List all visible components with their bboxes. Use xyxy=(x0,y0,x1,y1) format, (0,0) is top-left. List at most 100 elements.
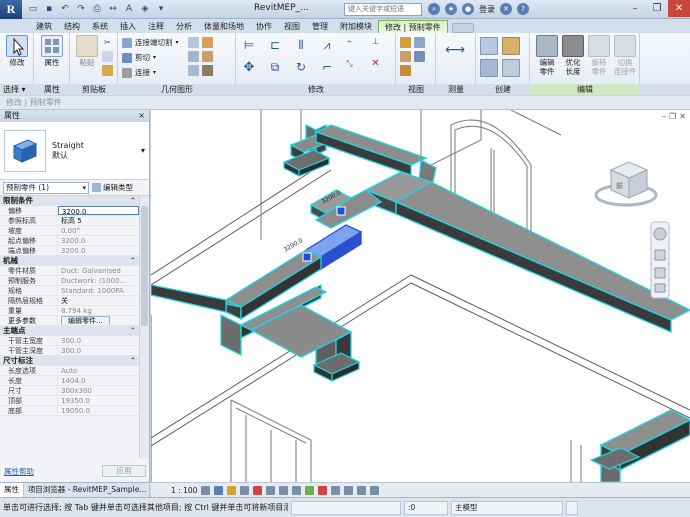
minimize-button[interactable]: – xyxy=(624,0,646,17)
align-icon[interactable]: ⊨ xyxy=(240,36,258,54)
apply-button[interactable]: 应用 xyxy=(102,465,146,477)
properties-close-button[interactable]: × xyxy=(138,110,149,122)
reveal-hidden-icon[interactable] xyxy=(318,485,328,495)
brush-icon[interactable] xyxy=(400,65,411,76)
mirror-draw-icon[interactable]: ⩘ xyxy=(318,36,336,54)
split-face-icon[interactable] xyxy=(202,37,213,48)
scale-icon[interactable]: ⤡ xyxy=(344,58,355,69)
lock-view-icon[interactable] xyxy=(292,485,302,495)
wall-joins-icon[interactable] xyxy=(188,37,199,48)
tab-properties[interactable]: 属性 xyxy=(0,483,24,497)
group-mechanical[interactable]: 机械 ⌃ xyxy=(0,256,139,266)
tab-manage[interactable]: 管理 xyxy=(306,20,334,33)
text-icon[interactable]: A xyxy=(122,2,136,16)
modify-button[interactable]: 修改 xyxy=(2,35,32,67)
measure-distance-icon[interactable]: ⟷ xyxy=(442,37,468,63)
tab-analyze[interactable]: 分析 xyxy=(170,20,198,33)
ribbon-minimize-toggle[interactable] xyxy=(451,23,474,33)
tab-architecture[interactable]: 建筑 xyxy=(30,20,58,33)
design-option-select[interactable]: 主模型 xyxy=(451,500,563,515)
viewcube[interactable]: 前 xyxy=(594,161,658,207)
create-assembly-icon[interactable] xyxy=(502,37,520,55)
restore-button[interactable]: ❐ xyxy=(646,0,668,17)
login-link[interactable]: 登录 xyxy=(479,4,495,15)
mirror-axis-icon[interactable]: ⫴ xyxy=(292,36,310,54)
tab-structure[interactable]: 结构 xyxy=(58,20,86,33)
delete-icon[interactable]: ✕ xyxy=(370,58,381,69)
paint-icon[interactable] xyxy=(188,51,199,62)
save-icon[interactable]: ▪ xyxy=(42,2,56,16)
view-bar-more-icon[interactable] xyxy=(370,485,380,495)
split-icon[interactable]: ⌁ xyxy=(344,36,355,47)
exchange-icon[interactable]: ✕ xyxy=(500,3,512,15)
close-button[interactable]: ✕ xyxy=(668,0,690,17)
measure-icon[interactable]: ↔ xyxy=(106,2,120,16)
search-icon[interactable]: ⌕ xyxy=(428,3,440,15)
show-crop-icon[interactable] xyxy=(279,485,289,495)
qat-dropdown-icon[interactable]: ▾ xyxy=(154,2,168,16)
analytical-model-icon[interactable] xyxy=(331,485,341,495)
group-primary-end[interactable]: 主端点 ⌃ xyxy=(0,326,139,336)
tab-view[interactable]: 视图 xyxy=(278,20,306,33)
grip-end-1[interactable] xyxy=(336,206,346,216)
tab-systems[interactable]: 系统 xyxy=(86,20,114,33)
join-button[interactable]: 连接 ▾ xyxy=(122,67,156,78)
offset-value-input[interactable]: 3200.0 xyxy=(58,206,139,215)
lines-icon[interactable] xyxy=(414,51,425,62)
hide-icon[interactable] xyxy=(414,37,425,48)
demolish-icon[interactable] xyxy=(188,65,199,76)
edit-part-params-button[interactable]: 编辑零件... xyxy=(61,316,110,325)
view-3d-icon[interactable]: ◈ xyxy=(138,2,152,16)
create-group-icon[interactable] xyxy=(480,59,498,77)
filter-icon[interactable] xyxy=(566,500,578,515)
detail-level-icon[interactable] xyxy=(201,485,211,495)
highlight-displacement-icon[interactable] xyxy=(344,485,354,495)
pen-icon[interactable] xyxy=(400,37,411,48)
match-type-icon[interactable] xyxy=(102,65,113,76)
trim-icon[interactable]: ⌐ xyxy=(318,58,336,76)
view-restore-icon[interactable]: ❐ xyxy=(669,112,676,121)
cut-icon[interactable]: ✂ xyxy=(102,37,113,48)
properties-button[interactable]: 属性 xyxy=(37,35,67,67)
cut-button[interactable]: 剪切 ▾ xyxy=(122,52,156,63)
revit-logo-icon[interactable]: R xyxy=(0,0,22,19)
rotate-icon[interactable]: ↻ xyxy=(292,58,310,76)
paste-button[interactable]: 粘贴 xyxy=(72,35,102,67)
remove-paint-icon[interactable] xyxy=(202,51,213,62)
dimension-label-2[interactable]: 3200.0 xyxy=(283,237,305,254)
override-icon[interactable] xyxy=(400,51,411,62)
offset-icon[interactable]: ⊏ xyxy=(266,36,284,54)
type-dropdown-icon[interactable]: ▾ xyxy=(141,146,145,155)
move-icon[interactable]: ✥ xyxy=(240,58,258,76)
instance-filter-select[interactable]: 预制零件 (1) xyxy=(3,181,89,194)
view-minimize-icon[interactable]: – xyxy=(662,112,666,121)
tab-modify-fabrication-part[interactable]: 修改 | 预制零件 xyxy=(378,20,448,33)
search-input[interactable]: 键入关键字或短语 xyxy=(344,3,422,16)
rendering-icon[interactable] xyxy=(253,485,263,495)
connect-cut-button[interactable]: 连接端切割 ▾ xyxy=(122,37,179,48)
view-close-icon[interactable]: ✕ xyxy=(679,112,686,121)
redo-icon[interactable]: ↷ xyxy=(74,2,88,16)
grip-end-2[interactable] xyxy=(302,252,312,262)
sun-path-icon[interactable] xyxy=(227,485,237,495)
edit-type-button[interactable]: 编辑类型 xyxy=(92,182,133,193)
view-scale[interactable]: 1 : 100 xyxy=(171,486,197,495)
undo-icon[interactable]: ↶ xyxy=(58,2,72,16)
worksharing-icon[interactable] xyxy=(357,485,367,495)
print-icon[interactable]: ⎙ xyxy=(90,2,104,16)
switch-connector-button[interactable]: 切换 连接件 xyxy=(610,35,640,76)
pan-icon[interactable] xyxy=(654,249,666,261)
orbit-icon[interactable] xyxy=(654,283,666,293)
open-icon[interactable]: ▭ xyxy=(26,2,40,16)
subscription-icon[interactable]: ★ xyxy=(445,3,457,15)
create-parts-icon[interactable] xyxy=(480,37,498,55)
shadows-icon[interactable] xyxy=(240,485,250,495)
properties-scrollbar[interactable] xyxy=(139,196,149,458)
workset-selector[interactable] xyxy=(291,500,401,515)
type-selector[interactable]: Straight 默认 ▾ xyxy=(0,122,149,180)
pin-icon[interactable]: ⊥ xyxy=(370,36,381,47)
steering-wheel-icon[interactable] xyxy=(653,227,667,241)
help-icon[interactable]: ? xyxy=(517,3,529,15)
group-dimensions[interactable]: 尺寸标注 ⌃ xyxy=(0,356,139,366)
scroll-thumb[interactable] xyxy=(141,206,148,326)
